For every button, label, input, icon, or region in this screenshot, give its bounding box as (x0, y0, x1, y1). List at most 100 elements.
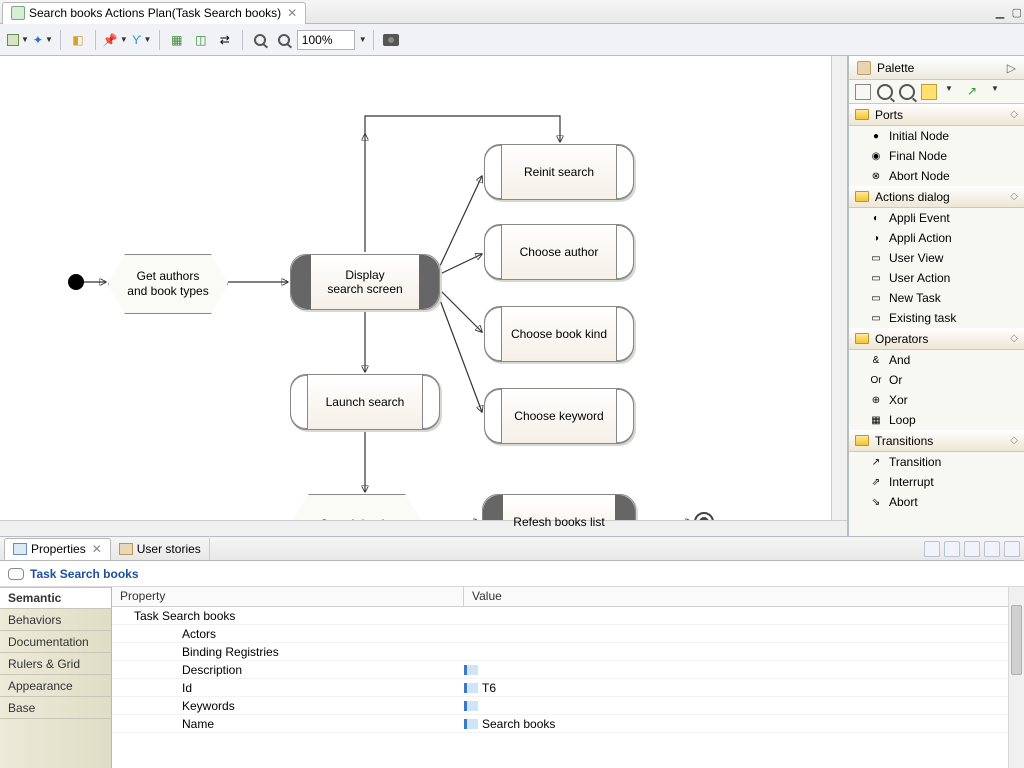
property-value[interactable]: T6 (464, 681, 1024, 695)
properties-title: Task Search books (30, 567, 139, 581)
align-button[interactable]: ⇄ (214, 29, 236, 51)
chevron-icon: ◇ (1010, 109, 1018, 120)
palette-item-xor[interactable]: ⊕Xor (849, 390, 1024, 410)
properties-scrollbar[interactable] (1008, 587, 1024, 768)
palette-item-and[interactable]: &And (849, 350, 1024, 370)
zoom-field[interactable]: 100% (297, 30, 355, 50)
note-drop-icon[interactable]: ▼ (945, 84, 961, 100)
palette-item-new-task[interactable]: ▭New Task (849, 288, 1024, 308)
node-choose-author[interactable]: Choose author (484, 224, 634, 280)
minimize-icon[interactable]: ▁ (996, 7, 1004, 19)
zoom-drop-icon[interactable]: ▼ (359, 35, 367, 44)
property-name: Name (112, 717, 464, 731)
arrange-button[interactable]: ▼ (6, 29, 30, 51)
palette-category-label: Actions dialog (875, 190, 950, 204)
tab-user-stories[interactable]: User stories (111, 538, 210, 560)
palette-category-actions-dialog[interactable]: Actions dialog◇ (849, 186, 1024, 208)
palette-item-label: Xor (889, 393, 908, 407)
show-grid-button[interactable]: ▦ (166, 29, 188, 51)
palette-item-loop[interactable]: ▦Loop (849, 410, 1024, 430)
property-tab-semantic[interactable]: Semantic (0, 587, 111, 609)
property-tab-behaviors[interactable]: Behaviors (0, 609, 111, 631)
export-image-button[interactable] (380, 29, 402, 51)
initial-node[interactable] (68, 274, 84, 290)
column-value[interactable]: Value (464, 587, 1024, 606)
menu-icon[interactable] (1004, 541, 1020, 557)
pin-view-icon[interactable] (924, 541, 940, 557)
palette-collapse-icon[interactable]: ▷ (1007, 61, 1016, 75)
property-row[interactable]: Task Search books (112, 607, 1024, 625)
node-choose-keyword[interactable]: Choose keyword (484, 388, 634, 444)
palette-item-user-view[interactable]: ▭User View (849, 248, 1024, 268)
palette-item-abort[interactable]: ⇘Abort (849, 492, 1024, 512)
palette-item-final-node[interactable]: ◉Final Node (849, 146, 1024, 166)
palette-category-transitions[interactable]: Transitions◇ (849, 430, 1024, 452)
diagram-canvas[interactable]: Get authors and book types Display searc… (0, 56, 848, 536)
palette-header[interactable]: Palette ▷ (849, 56, 1024, 80)
column-property[interactable]: Property (112, 587, 464, 606)
zoom-in-icon[interactable] (877, 84, 893, 100)
snap-button[interactable]: ◫ (190, 29, 212, 51)
property-row[interactable]: NameSearch books (112, 715, 1024, 733)
canvas-horizontal-scrollbar[interactable] (0, 520, 847, 536)
property-row[interactable]: Keywords (112, 697, 1024, 715)
edit-icon (464, 683, 478, 693)
tab-properties[interactable]: Properties ✕ (4, 538, 111, 560)
edit-icon (464, 665, 478, 675)
palette-item-interrupt[interactable]: ⇗Interrupt (849, 472, 1024, 492)
property-row[interactable]: Binding Registries (112, 643, 1024, 661)
zoom-in-button[interactable] (249, 29, 271, 51)
palette-item-label: Initial Node (889, 129, 949, 143)
canvas-vertical-scrollbar[interactable] (831, 56, 847, 520)
palette-category-ports[interactable]: Ports ◇ (849, 104, 1024, 126)
pin-button[interactable]: 📌▼ (102, 29, 129, 51)
close-icon[interactable]: ✕ (287, 6, 297, 20)
maximize-icon[interactable]: ▢ (1012, 7, 1022, 19)
property-tab-appearance[interactable]: Appearance (0, 675, 111, 697)
restore-icon[interactable] (984, 541, 1000, 557)
node-reinit-search[interactable]: Reinit search (484, 144, 634, 200)
property-value[interactable] (464, 701, 1024, 711)
property-value[interactable]: Search books (464, 717, 1024, 731)
property-tab-documentation[interactable]: Documentation (0, 631, 111, 653)
close-icon[interactable]: ✕ (92, 542, 102, 556)
export-drop-icon[interactable]: ▼ (991, 84, 1007, 100)
export-tool-icon[interactable]: ↗ (967, 84, 983, 100)
folder-icon (855, 191, 869, 202)
node-display-search[interactable]: Display search screen (290, 254, 440, 310)
editor-tab-active[interactable]: Search books Actions Plan(Task Search bo… (2, 2, 306, 24)
tab-properties-label: Properties (31, 542, 86, 556)
note-tool-icon[interactable] (921, 84, 937, 100)
zoom-out-icon[interactable] (899, 84, 915, 100)
node-launch-search[interactable]: Launch search (290, 374, 440, 430)
palette-category-label: Ports (875, 108, 903, 122)
palette-item-abort-node[interactable]: ⊗Abort Node (849, 166, 1024, 186)
palette-item-or[interactable]: OrOr (849, 370, 1024, 390)
layers-button[interactable]: ◧ (67, 29, 89, 51)
property-row[interactable]: Description (112, 661, 1024, 679)
palette-item-appli-action[interactable]: ◑Appli Action (849, 228, 1024, 248)
zoom-out-button[interactable] (273, 29, 295, 51)
palette-category-operators[interactable]: Operators◇ (849, 328, 1024, 350)
select-tool-icon[interactable] (855, 84, 871, 100)
select-button[interactable]: ✦▼ (32, 29, 54, 51)
link-icon[interactable] (964, 541, 980, 557)
palette-item-appli-event[interactable]: ◐Appli Event (849, 208, 1024, 228)
node-choose-book-kind[interactable]: Choose book kind (484, 306, 634, 362)
palette-item-initial-node[interactable]: ●Initial Node (849, 126, 1024, 146)
property-row[interactable]: Actors (112, 625, 1024, 643)
property-row[interactable]: IdT6 (112, 679, 1024, 697)
palette-item-user-action[interactable]: ▭User Action (849, 268, 1024, 288)
tree-view-icon[interactable] (944, 541, 960, 557)
palette-item-transition[interactable]: ↗Transition (849, 452, 1024, 472)
property-tab-base[interactable]: Base (0, 697, 111, 719)
properties-table: Property Value Task Search booksActorsBi… (112, 587, 1024, 768)
node-get-authors[interactable]: Get authors and book types (108, 254, 228, 314)
palette-item-label: Abort Node (889, 169, 950, 183)
folder-icon (855, 109, 869, 120)
properties-header: Task Search books (0, 561, 1024, 587)
palette-item-existing-task[interactable]: ▭Existing task (849, 308, 1024, 328)
filter-button[interactable]: Ƴ▼ (131, 29, 153, 51)
property-value[interactable] (464, 665, 1024, 675)
property-tab-rulers-grid[interactable]: Rulers & Grid (0, 653, 111, 675)
